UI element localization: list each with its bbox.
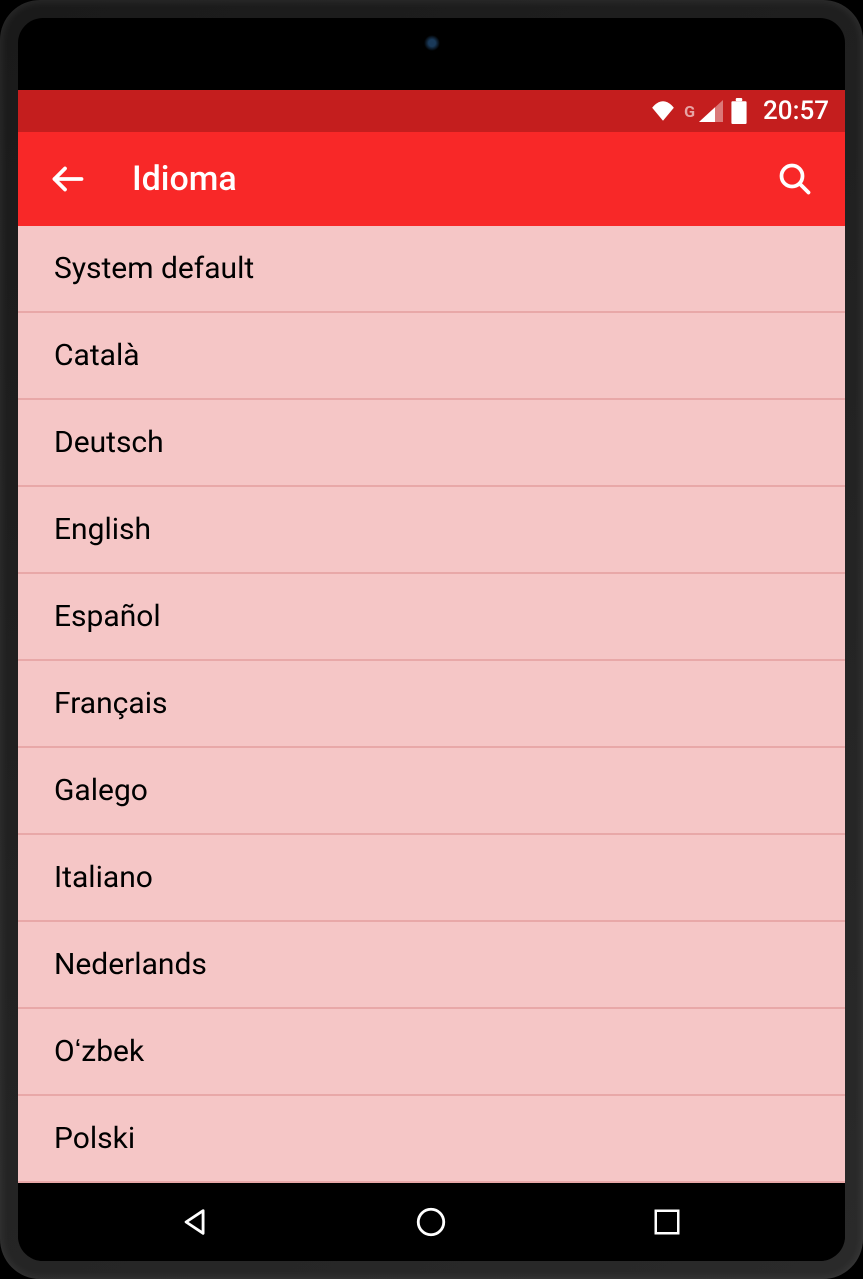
- language-label: Deutsch: [54, 425, 164, 460]
- language-label: Oʻzbek: [54, 1034, 144, 1069]
- search-icon: [777, 161, 813, 197]
- circle-home-icon: [414, 1205, 448, 1239]
- page-title: Idioma: [132, 159, 731, 199]
- clock-time: 20:57: [763, 96, 829, 126]
- tablet-camera: [424, 35, 440, 51]
- language-label: Català: [54, 338, 140, 373]
- nav-home-button[interactable]: [401, 1192, 461, 1252]
- system-nav-bar: [18, 1183, 845, 1261]
- language-label: Galego: [54, 773, 148, 808]
- network-type-label: G: [684, 102, 695, 121]
- language-item-english[interactable]: English: [18, 487, 845, 574]
- nav-recent-button[interactable]: [637, 1192, 697, 1252]
- language-item-ozbek[interactable]: Oʻzbek: [18, 1009, 845, 1096]
- cellular-signal-icon: [699, 100, 723, 122]
- nav-back-button[interactable]: [166, 1192, 226, 1252]
- app-bar: Idioma: [18, 132, 845, 226]
- language-item-catala[interactable]: Català: [18, 313, 845, 400]
- tablet-frame: G 20:57: [0, 0, 863, 1279]
- language-item-polski[interactable]: Polski: [18, 1096, 845, 1183]
- language-label: Français: [54, 686, 167, 721]
- language-list[interactable]: System default Català Deutsch English Es…: [18, 226, 845, 1183]
- triangle-back-icon: [179, 1205, 213, 1239]
- search-button[interactable]: [769, 153, 821, 205]
- arrow-left-icon: [50, 161, 86, 197]
- language-label: System default: [54, 251, 254, 286]
- language-item-galego[interactable]: Galego: [18, 748, 845, 835]
- language-label: English: [54, 512, 151, 547]
- square-recent-icon: [652, 1207, 682, 1237]
- language-item-espanol[interactable]: Español: [18, 574, 845, 661]
- back-button[interactable]: [42, 153, 94, 205]
- status-bar: G 20:57: [18, 90, 845, 132]
- language-label: Italiano: [54, 860, 153, 895]
- wifi-icon: [650, 101, 676, 121]
- language-item-nederlands[interactable]: Nederlands: [18, 922, 845, 1009]
- battery-icon: [731, 98, 747, 124]
- tablet-inner: G 20:57: [18, 18, 845, 1261]
- language-item-francais[interactable]: Français: [18, 661, 845, 748]
- language-item-deutsch[interactable]: Deutsch: [18, 400, 845, 487]
- language-label: Español: [54, 599, 161, 634]
- language-label: Polski: [54, 1121, 135, 1156]
- language-label: Nederlands: [54, 947, 207, 982]
- screen: G 20:57: [18, 90, 845, 1183]
- language-item-italiano[interactable]: Italiano: [18, 835, 845, 922]
- language-item-system-default[interactable]: System default: [18, 226, 845, 313]
